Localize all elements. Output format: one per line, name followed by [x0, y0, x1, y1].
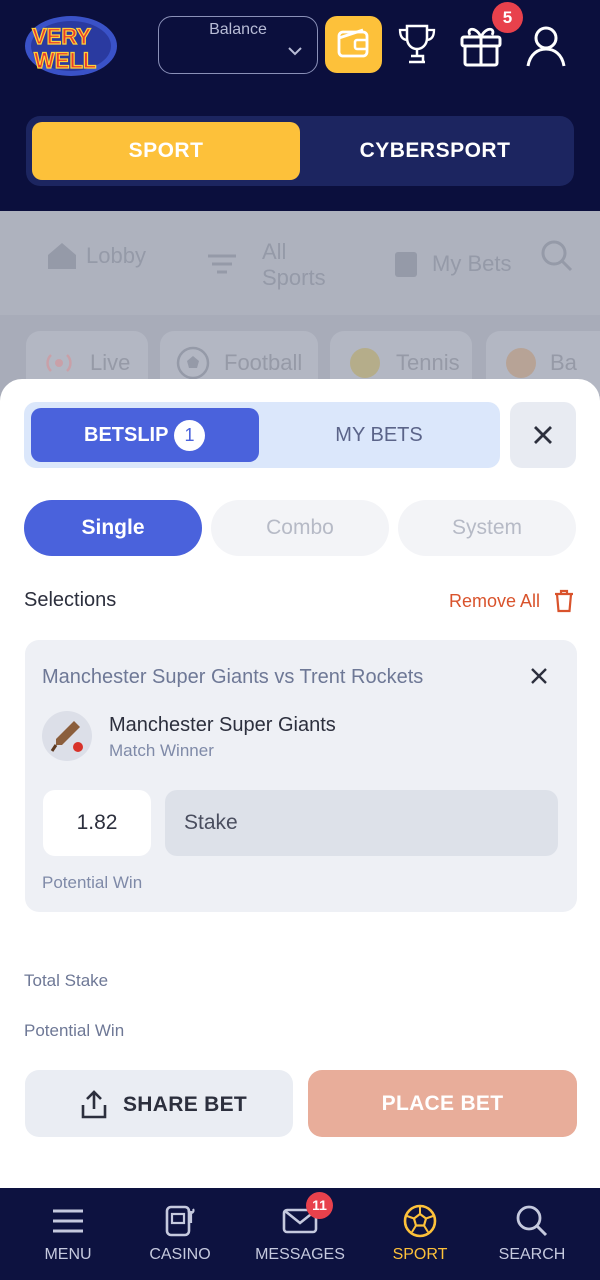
place-bet-button[interactable]: PLACE BET: [308, 1070, 577, 1137]
app-header: VERY WELL Balance 5 SPORT CYBERSPORT: [0, 0, 600, 211]
nav-menu[interactable]: MENU: [8, 1188, 128, 1280]
bottom-navigation: MENU CASINO MESSAGES SPORT SEARCH: [0, 1188, 600, 1280]
nav-sport[interactable]: SPORT: [360, 1188, 480, 1280]
close-betslip-button[interactable]: [510, 402, 576, 468]
logo-text-very: VERY: [32, 24, 91, 49]
logo-text-well: WELL: [34, 48, 96, 73]
wallet-icon: [337, 28, 369, 58]
user-icon[interactable]: [524, 24, 568, 68]
match-title: Manchester Super Giants vs Trent Rockets: [42, 666, 424, 688]
search-icon: [516, 1205, 548, 1237]
soccer-ball-icon: [403, 1204, 437, 1238]
menu-icon: [53, 1209, 83, 1233]
clipboard-icon: [395, 252, 417, 277]
remove-all-link[interactable]: Remove All: [449, 591, 540, 612]
trophy-icon[interactable]: [396, 22, 438, 66]
selection-team: Manchester Super Giants: [109, 714, 336, 736]
nav-casino[interactable]: CASINO: [120, 1188, 240, 1280]
cricket-bat-graphic: [50, 721, 83, 752]
remove-selection-close-icon[interactable]: [529, 666, 549, 686]
messages-count-badge: 11: [306, 1192, 333, 1219]
share-bet-button[interactable]: SHARE BET: [25, 1070, 293, 1137]
football-icon: [176, 346, 210, 380]
selection-potential-win-label: Potential Win: [42, 873, 143, 892]
logo-graphic: VERY WELL: [25, 16, 117, 76]
odds-value: 1.82: [43, 790, 151, 856]
betslip-tabs: BETSLIP 1 MY BETS: [24, 402, 500, 468]
chevron-down-icon: [288, 47, 302, 56]
tab-betslip-label: BETSLIP: [84, 424, 169, 446]
nav-messages[interactable]: MESSAGES: [240, 1188, 360, 1280]
trash-icon[interactable]: [554, 589, 574, 613]
nav-messages-label: MESSAGES: [255, 1246, 345, 1263]
gift-count-badge: 5: [492, 2, 523, 33]
home-icon: [48, 243, 76, 269]
filter-lines-icon: [208, 254, 236, 274]
balance-dropdown[interactable]: Balance: [158, 16, 318, 74]
share-bet-label: SHARE BET: [123, 1093, 248, 1116]
dimmed-background-page: Lobby All Sports My Bets Live Football T…: [0, 211, 600, 401]
wallet-button[interactable]: [325, 16, 382, 73]
share-icon: [81, 1090, 107, 1119]
tab-my-bets[interactable]: MY BETS: [264, 408, 494, 462]
nav-search-label: SEARCH: [498, 1246, 566, 1263]
basketball-icon: [506, 348, 536, 378]
cricket-icon: [42, 711, 92, 761]
tab-cybersport[interactable]: CYBERSPORT: [302, 122, 568, 180]
nav-casino-label: CASINO: [149, 1246, 211, 1263]
tab-betslip[interactable]: BETSLIP 1: [31, 408, 259, 462]
selection-market: Match Winner: [109, 741, 214, 760]
total-stake-label: Total Stake: [24, 971, 109, 990]
potential-win-label: Potential Win: [24, 1021, 125, 1040]
very-well-logo[interactable]: VERY WELL: [22, 12, 120, 80]
live-icon: [46, 354, 72, 372]
nav-menu-label: MENU: [44, 1246, 92, 1263]
bet-type-system[interactable]: System: [398, 500, 576, 556]
betslip-sheet: BETSLIP 1 MY BETS Single Combo System Se…: [0, 379, 600, 1188]
lobby-label: Lobby: [86, 243, 146, 268]
slot-machine-icon: [165, 1205, 195, 1237]
bet-type-combo[interactable]: Combo: [211, 500, 389, 556]
search-icon: [541, 240, 573, 272]
nav-search[interactable]: SEARCH: [472, 1188, 592, 1280]
selections-title: Selections: [24, 589, 117, 611]
close-icon: [534, 426, 552, 444]
sport-cybersport-switch: SPORT CYBERSPORT: [26, 116, 574, 186]
all-sports-label: All Sports: [262, 239, 326, 290]
balance-label: Balance: [209, 21, 267, 38]
betslip-count-badge: 1: [174, 420, 205, 451]
bet-type-selector: Single Combo System: [24, 500, 576, 556]
tennis-ball-icon: [350, 348, 380, 378]
stake-input[interactable]: [165, 790, 558, 856]
tab-sport[interactable]: SPORT: [32, 122, 300, 180]
sport-subnav: Lobby All Sports My Bets: [0, 211, 600, 315]
my-bets-label: My Bets: [432, 251, 512, 276]
selection-card: Manchester Super Giants vs Trent Rockets…: [25, 640, 577, 912]
bet-type-single[interactable]: Single: [24, 500, 202, 556]
nav-sport-label: SPORT: [392, 1246, 448, 1263]
